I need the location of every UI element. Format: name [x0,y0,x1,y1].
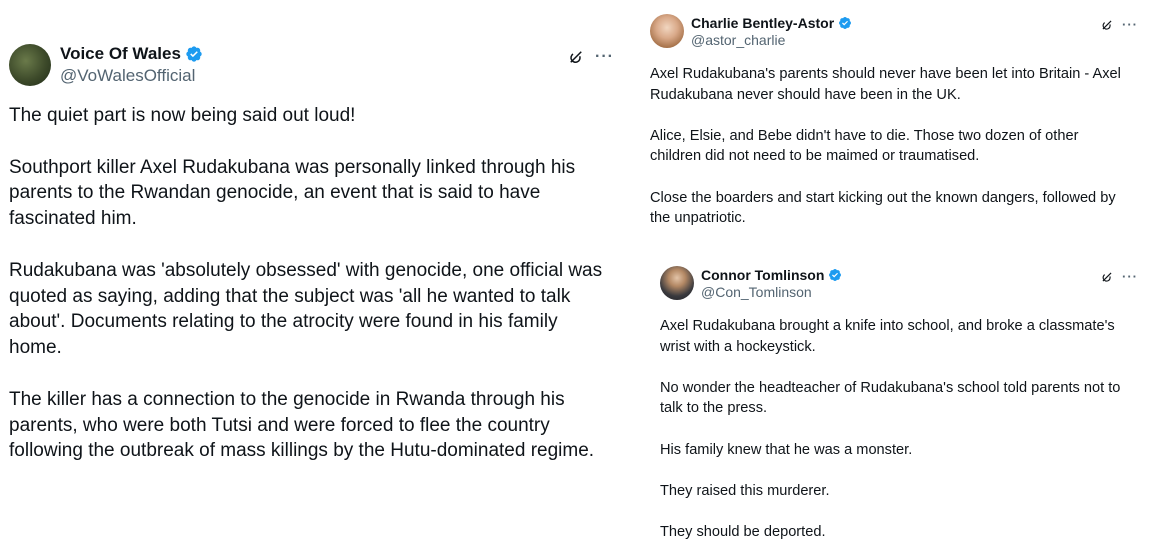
avatar[interactable] [650,14,684,48]
tweet-body: Axel Rudakubana's parents should never h… [650,64,1145,229]
tweet-header: Charlie Bentley-Astor @astor_charlie ··· [650,14,1145,48]
tweet-paragraph: Axel Rudakubana's parents should never h… [650,66,1121,103]
more-options-icon[interactable]: ··· [1122,17,1138,32]
tweet-paragraph: The quiet part is now being said out lou… [9,105,356,126]
tweet-paragraph: Southport killer Axel Rudakubana was per… [9,156,576,230]
tweet-charlie-bentley-astor[interactable]: Charlie Bentley-Astor @astor_charlie ···… [650,14,1145,249]
display-name[interactable]: Charlie Bentley-Astor [691,15,834,31]
tweet-paragraph: Alice, Elsie, and Bebe didn't have to di… [650,127,1079,165]
avatar[interactable] [660,266,694,300]
author-info: Connor Tomlinson @Con_Tomlinson [701,267,842,300]
tweet-header: Connor Tomlinson @Con_Tomlinson ··· [660,266,1145,300]
tweet-actions: ··· [1100,269,1138,284]
verified-badge-icon [186,46,202,62]
handle[interactable]: @VoWalesOfficial [60,66,203,86]
grok-icon[interactable] [1100,270,1114,284]
verified-badge-icon [829,268,842,281]
tweet-paragraph: They should be deported. [660,523,826,540]
tweet-paragraph: Rudakubana was 'absolutely obsessed' wit… [9,259,603,359]
grok-icon[interactable] [567,48,585,66]
display-name[interactable]: Connor Tomlinson [701,267,824,283]
more-options-icon[interactable]: ··· [595,48,614,66]
tweet-voice-of-wales[interactable]: Voice Of Wales @VoWalesOfficial ··· The … [9,44,619,490]
tweet-paragraph: Axel Rudakubana brought a knife into sch… [660,318,1115,355]
tweet-paragraph: They raised this murderer. [660,482,830,499]
verified-badge-icon [839,16,852,29]
handle[interactable]: @astor_charlie [691,32,852,48]
tweet-connor-tomlinson[interactable]: Connor Tomlinson @Con_Tomlinson ··· Axel… [660,266,1145,542]
more-options-icon[interactable]: ··· [1122,269,1138,284]
tweet-paragraph: The killer has a connection to the genoc… [9,388,595,462]
tweet-body: Axel Rudakubana brought a knife into sch… [660,316,1145,542]
tweet-paragraph: No wonder the headteacher of Rudakubana'… [660,379,1121,417]
tweet-body: The quiet part is now being said out lou… [9,103,619,464]
author-info: Voice Of Wales @VoWalesOfficial [60,44,203,86]
tweet-paragraph: His family knew that he was a monster. [660,441,913,458]
display-name[interactable]: Voice Of Wales [60,44,181,64]
author-info: Charlie Bentley-Astor @astor_charlie [691,15,852,48]
avatar[interactable] [9,44,51,86]
tweet-actions: ··· [1100,17,1138,32]
tweet-actions: ··· [567,48,614,66]
grok-icon[interactable] [1100,18,1114,32]
tweet-paragraph: Close the boarders and start kicking out… [650,189,1116,227]
handle[interactable]: @Con_Tomlinson [701,284,842,300]
tweet-header: Voice Of Wales @VoWalesOfficial ··· [9,44,619,86]
